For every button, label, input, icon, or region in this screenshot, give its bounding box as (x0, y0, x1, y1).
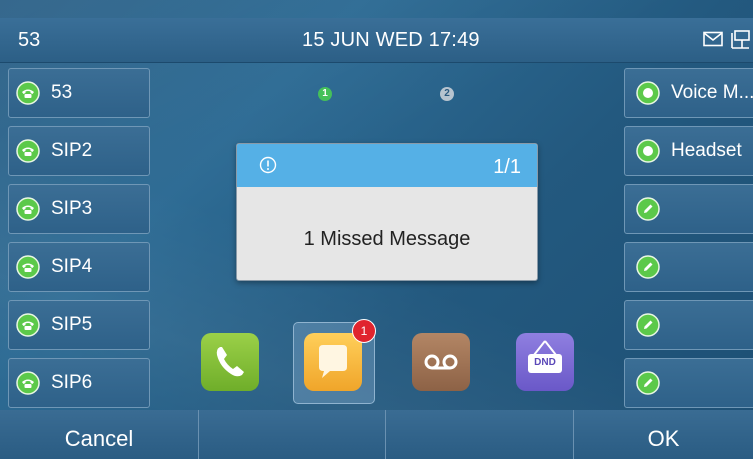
soft-key-2[interactable] (199, 410, 386, 459)
account-label: 53 (18, 29, 41, 51)
line-key-label: 53 (51, 82, 73, 103)
edit-pencil-icon (636, 255, 660, 279)
dss-key-label: Headset (671, 140, 742, 161)
line-status-icon (16, 139, 40, 163)
phone-handset-icon (216, 347, 244, 377)
phone-screen: 53 15 JUN WED 17:49 53 SIP2 SIP3 SIP4 SI… (0, 0, 753, 459)
status-bar: 53 15 JUN WED 17:49 (0, 18, 753, 63)
line-key-6[interactable]: SIP6 (8, 358, 150, 408)
line-key-4[interactable]: SIP4 (8, 242, 150, 292)
voicemail-icon (424, 354, 458, 370)
soft-key-bar: Cancel OK (0, 410, 753, 459)
unread-badge: 1 (352, 319, 376, 343)
line-status-icon (16, 371, 40, 395)
status-dot-icon (636, 139, 660, 163)
network-icon (731, 30, 750, 49)
dss-key-headset[interactable]: Headset (624, 126, 753, 176)
line-status-icon (16, 313, 40, 337)
line-key-label: SIP4 (51, 256, 93, 277)
ok-button[interactable]: OK (574, 410, 753, 459)
dss-key-5[interactable] (624, 300, 753, 350)
line-key-label: SIP5 (51, 314, 93, 335)
message-envelope-icon (703, 31, 723, 47)
messages-app-icon[interactable] (304, 333, 362, 391)
line-status-icon (16, 255, 40, 279)
dss-key-6[interactable] (624, 358, 753, 408)
popup-counter: 1/1 (493, 156, 521, 178)
line-key-label: SIP6 (51, 372, 93, 393)
speech-bubble-icon (319, 345, 347, 378)
alert-info-icon (259, 156, 277, 174)
edit-pencil-icon (636, 313, 660, 337)
line-key-3[interactable]: SIP3 (8, 184, 150, 234)
dss-key-voice-mail[interactable]: Voice M... (624, 68, 753, 118)
phone-app-icon[interactable] (201, 333, 259, 391)
dnd-app-icon[interactable]: DND (516, 333, 574, 391)
line-key-label: SIP3 (51, 198, 93, 219)
voicemail-app-icon[interactable] (412, 333, 470, 391)
date-time: 15 JUN WED 17:49 (302, 29, 480, 51)
edit-pencil-icon (636, 371, 660, 395)
edit-pencil-icon (636, 197, 660, 221)
line-key-1[interactable]: 53 (8, 68, 150, 118)
dss-key-4[interactable] (624, 242, 753, 292)
dnd-label: DND (534, 357, 556, 368)
soft-key-3[interactable] (386, 410, 574, 459)
popup-message: 1 Missed Message (303, 228, 471, 250)
unread-count: 1 (360, 324, 368, 338)
page-indicator-1[interactable]: 1 (318, 87, 332, 101)
line-status-icon (16, 81, 40, 105)
line-key-2[interactable]: SIP2 (8, 126, 150, 176)
dss-key-label: Voice M... (671, 82, 753, 103)
status-dot-icon (636, 81, 660, 105)
dss-key-3[interactable] (624, 184, 753, 234)
page-indicator-2[interactable]: 2 (440, 87, 454, 101)
line-key-label: SIP2 (51, 140, 93, 161)
popup-header: 1/1 (237, 144, 537, 187)
line-key-5[interactable]: SIP5 (8, 300, 150, 350)
line-status-icon (16, 197, 40, 221)
cancel-button[interactable]: Cancel (0, 410, 199, 459)
missed-message-popup[interactable]: 1/1 1 Missed Message (236, 143, 538, 281)
